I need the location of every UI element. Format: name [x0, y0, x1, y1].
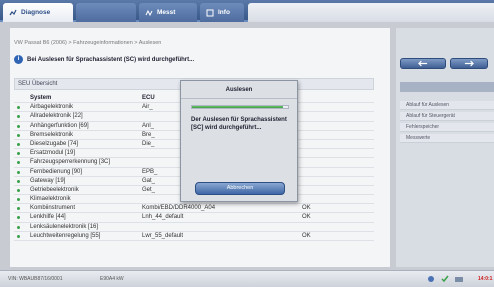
side-item-1[interactable]: Ablauf für Steuergerät — [400, 112, 494, 121]
cell-status: OK — [302, 232, 311, 239]
cell-system: Lenkhilfe [44] — [30, 214, 66, 221]
table-row[interactable]: Lenksäulenelektronik [16] — [14, 223, 374, 232]
bottom-icons — [426, 274, 464, 284]
status-dot-icon — [17, 124, 20, 128]
back-arrow-icon — [418, 60, 428, 67]
info-tab-icon — [206, 9, 214, 17]
cell-system: Anhängerfunktion [69] — [30, 122, 89, 129]
side-item-3[interactable]: Messwerte — [400, 134, 494, 143]
status-dot-icon — [17, 106, 20, 110]
bottom-status-bar: VIN: WBAUB87/16/0001 E90A4 kW 14:0:1 — [0, 270, 494, 287]
tab-bar-filler — [248, 3, 494, 22]
tab-diagnose[interactable]: Diagnose — [3, 3, 73, 22]
read-dialog: Auslesen Der Auslesen für Sprachassisten… — [180, 80, 298, 202]
cell-ecu: Anl_ — [142, 122, 155, 129]
cell-ecu: Bre_ — [142, 131, 155, 138]
network-icon[interactable] — [454, 274, 464, 284]
status-dot-icon — [17, 198, 20, 202]
status-dot-icon — [17, 188, 20, 192]
status-dot-icon — [17, 234, 20, 238]
cell-ecu: Air_ — [142, 104, 153, 111]
forward-arrow-icon — [464, 60, 474, 67]
tab-messt[interactable]: Messt — [139, 3, 197, 22]
side-panel-header — [400, 82, 494, 92]
status-dot-icon — [17, 170, 20, 174]
forward-button[interactable] — [450, 58, 488, 69]
tab-messt-label: Messt — [157, 9, 176, 16]
cell-system: Lenksäulenelektronik [16] — [30, 223, 99, 230]
status-line: i Bei Auslesen für Sprachassistent (SC) … — [14, 55, 194, 64]
status-dot-icon — [17, 207, 20, 211]
vin-text: VIN: WBAUB87/16/0001 — [8, 276, 63, 282]
cell-ecu: Lwr_55_default — [142, 232, 184, 239]
cell-ecu: Kombi/EBD/DDR4000_A04 — [142, 205, 216, 212]
side-item-0[interactable]: Ablauf für Auslesen — [400, 101, 494, 110]
status-dot-icon — [17, 161, 20, 165]
tab-info-label: Info — [218, 9, 230, 16]
cell-ecu: EPB_ — [142, 168, 158, 175]
dialog-message: Der Auslesen für Sprachassistent [SC] wi… — [191, 117, 287, 131]
settings-icon[interactable] — [426, 274, 436, 284]
status-dot-icon — [17, 115, 20, 119]
cell-status: OK — [302, 214, 311, 221]
tab-blank[interactable] — [76, 3, 136, 22]
cell-ecu: Die_ — [142, 140, 155, 147]
breadcrumb: VW Passat B6 (2006) > Fahrzeugeinformati… — [14, 40, 162, 46]
cell-ecu: Gat_ — [142, 177, 156, 184]
cell-system: Kombiinstrument — [30, 205, 76, 212]
cell-ecu: Get_ — [142, 186, 156, 193]
status-dot-icon — [17, 225, 20, 229]
progress-fill — [192, 106, 284, 108]
cell-system: Fernbedienung [90] — [30, 168, 83, 175]
tab-info[interactable]: Info — [200, 3, 244, 22]
table-row[interactable]: Kombiinstrument Kombi/EBD/DDR4000_A04 OK — [14, 204, 374, 214]
cell-system: Bremselektronik — [30, 131, 74, 138]
status-dot-icon — [17, 179, 20, 183]
alert-text: 14:0:1 — [478, 276, 493, 282]
cell-system: Fahrzeugsperrerkennung [3C] — [30, 159, 111, 166]
header-ecu: ECU — [142, 95, 155, 101]
table-row[interactable]: Lenkhilfe [44] Lnh_44_default OK — [14, 213, 374, 223]
table-row[interactable]: Leuchtweitenregelung [55] Lwr_55_default O… — [14, 232, 374, 241]
progress-bar — [191, 105, 289, 109]
cell-system: Klimaelektronik — [30, 196, 71, 203]
measure-icon — [145, 9, 153, 17]
cell-system: Dieselzugabe [74] — [30, 140, 79, 147]
cell-system: Ersatzmodul [19] — [30, 150, 76, 157]
status-dot-icon — [17, 152, 20, 156]
diagnose-icon — [9, 9, 17, 17]
dialog-title: Auslesen — [181, 81, 297, 99]
back-button[interactable] — [400, 58, 446, 69]
check-icon[interactable] — [440, 274, 450, 284]
cell-system: Getriebeelektronik — [30, 186, 79, 193]
status-message: Bei Auslesen für Sprachassistent (SC) wi… — [27, 56, 195, 63]
tab-diagnose-label: Diagnose — [21, 9, 51, 16]
header-system: System — [30, 95, 52, 101]
cell-system: Gateway [19] — [30, 177, 66, 184]
info-icon: i — [14, 55, 23, 64]
cancel-button[interactable]: Abbrechen — [195, 182, 285, 195]
side-item-2[interactable]: Fehlerspeicher — [400, 123, 494, 132]
cell-status: OK — [302, 205, 311, 212]
cell-system: Allradelektronik [22] — [30, 113, 83, 120]
status-dot-icon — [17, 142, 20, 146]
cell-ecu: Lnh_44_default — [142, 214, 184, 221]
cell-system: Airbagelektronik — [30, 104, 74, 111]
status-dot-icon — [17, 133, 20, 137]
engine-info-text: E90A4 kW — [100, 276, 124, 282]
status-dot-icon — [17, 216, 20, 220]
cell-system: Leuchtweitenregelung [55] — [30, 232, 101, 239]
